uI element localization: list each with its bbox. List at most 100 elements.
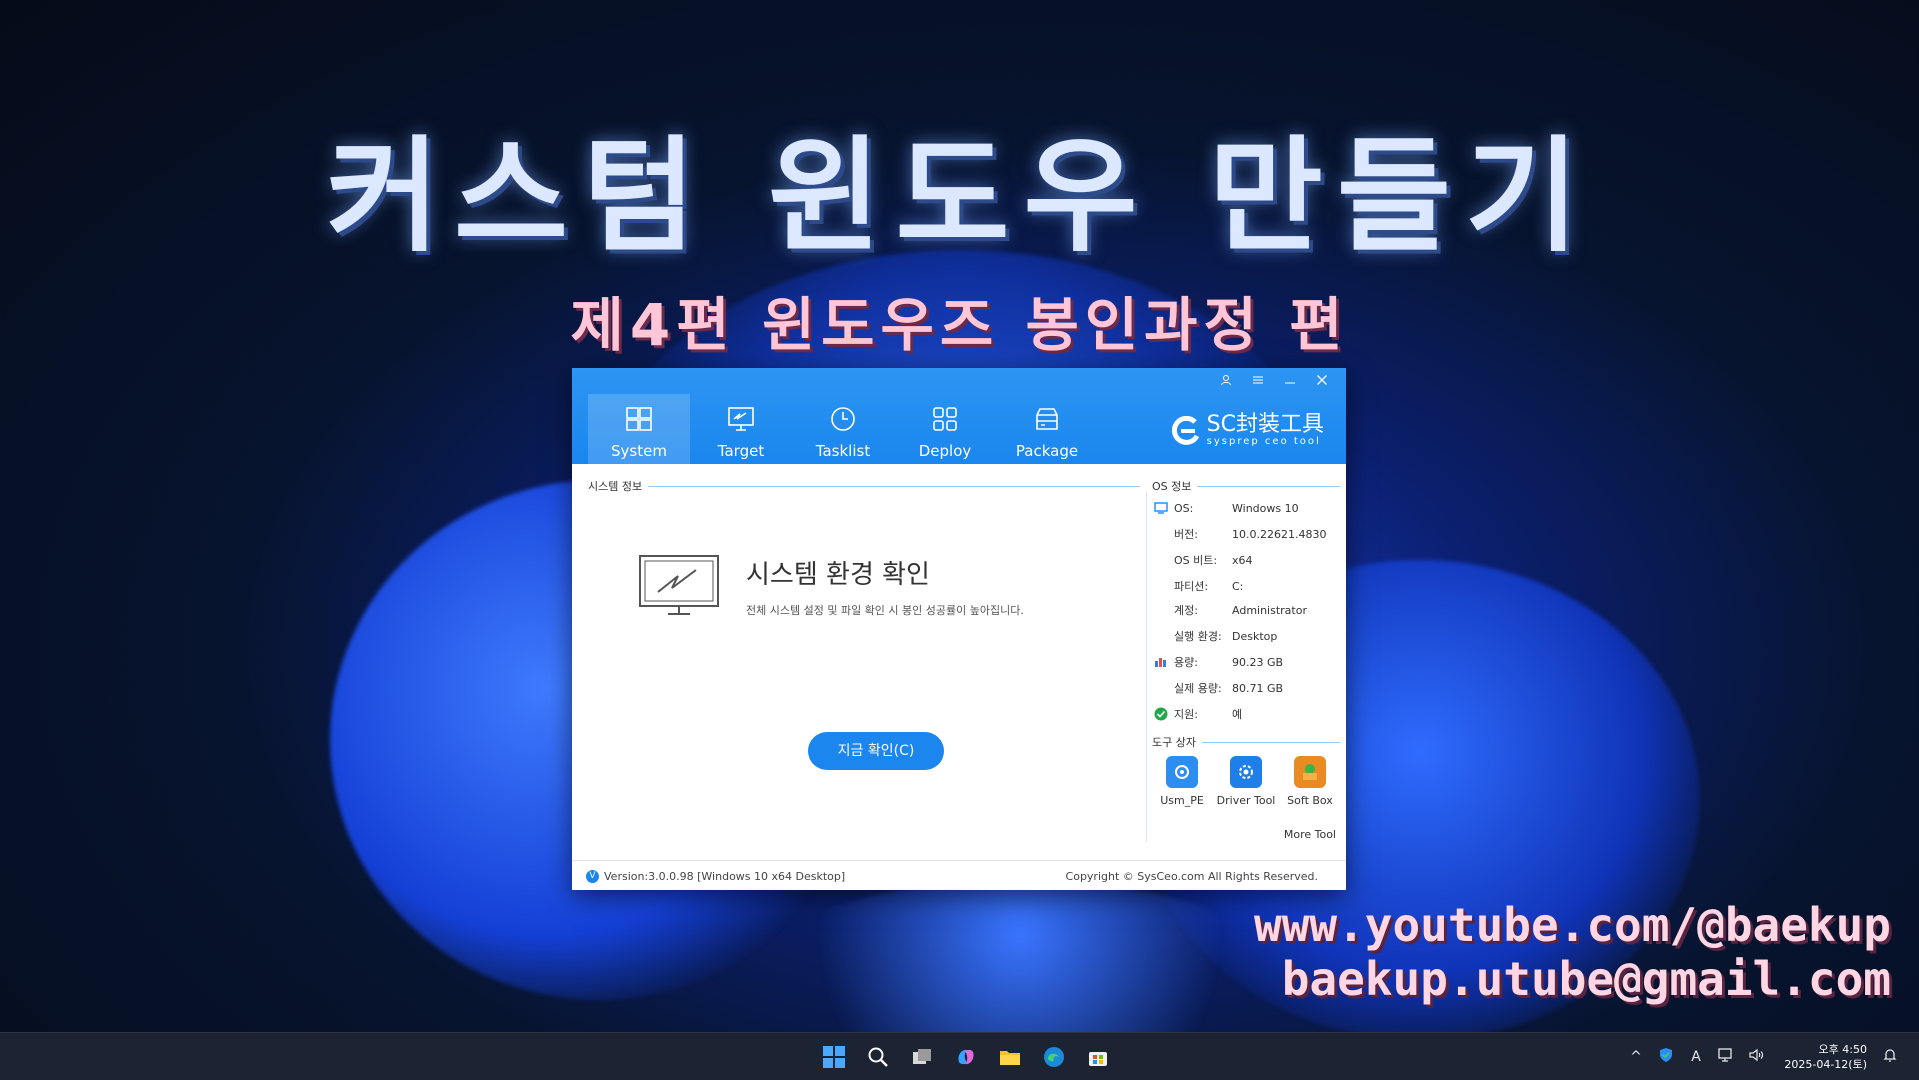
close-icon[interactable]: [1306, 372, 1338, 394]
system-tray: ^ A 오후 4:50 2025-04-12(토): [1621, 1033, 1905, 1080]
status-bar: V Version:3.0.0.98 [Windows 10 x64 Deskt…: [572, 860, 1346, 891]
os-info-row: 버전: 10.0.22621.4830: [1152, 524, 1326, 544]
ime-indicator[interactable]: A: [1681, 1049, 1711, 1065]
tool-label: Soft Box: [1287, 794, 1333, 807]
tool-list: Usm_PE Driver Tool Soft Box: [1150, 756, 1342, 807]
main-description: 전체 시스템 설정 및 파일 확인 시 봉인 성공률이 높아집니다.: [746, 604, 1024, 617]
window-controls: [1210, 372, 1338, 394]
os-info-key: 실행 환경:: [1174, 630, 1222, 643]
more-tool-link[interactable]: More Tool: [1284, 828, 1336, 841]
os-info-value: Administrator: [1232, 603, 1307, 617]
copilot-icon: [958, 1049, 974, 1065]
user-icon[interactable]: [1210, 372, 1242, 394]
brand-logo: SC封装工具 sysprep ceo tool: [1171, 414, 1324, 448]
tab-label: Target: [717, 442, 765, 460]
monitor-chart-icon: [638, 554, 720, 624]
contact-email: baekup.utube@gmail.com: [1281, 952, 1891, 1006]
tab-system[interactable]: System: [588, 394, 690, 464]
os-info-key: 계정:: [1174, 604, 1198, 617]
brand-icon: [1171, 416, 1199, 445]
tab-target[interactable]: Target: [690, 394, 792, 464]
overlay-title: 커스텀 윈도우 만들기: [325, 125, 1594, 269]
os-info-value: x64: [1232, 553, 1253, 567]
os-info-value: C:: [1232, 579, 1244, 593]
tool-label: Usm_PE: [1160, 794, 1204, 807]
os-info-row: 실제 용량: 80.71 GB: [1152, 678, 1283, 698]
os-info-row: 실행 환경: Desktop: [1152, 626, 1277, 646]
tab-deploy[interactable]: Deploy: [894, 394, 996, 464]
os-info-value: Windows 10: [1232, 501, 1299, 515]
tool-soft-box[interactable]: Soft Box: [1278, 756, 1342, 807]
tab-label: Package: [1015, 442, 1079, 460]
minimize-icon[interactable]: [1274, 372, 1306, 394]
brand-subtitle: sysprep ceo tool: [1206, 436, 1321, 447]
task-view-button[interactable]: [900, 1039, 944, 1075]
security-shield-icon[interactable]: [1651, 1047, 1681, 1067]
edge-button[interactable]: [1032, 1039, 1076, 1075]
menu-icon[interactable]: [1242, 372, 1274, 394]
grid-icon: [930, 404, 960, 436]
system-section-label: 시스템 정보: [588, 478, 649, 494]
clock-date: 2025-04-12(토): [1784, 1057, 1867, 1071]
window-header: System Target Tasklist Deploy Package SC…: [572, 368, 1346, 464]
tools-section-label: 도구 상자: [1152, 734, 1202, 750]
os-info-key: 실제 용량:: [1174, 682, 1222, 695]
check-now-button[interactable]: 지금 확인(C): [808, 732, 944, 770]
tool-usm-pe[interactable]: Usm_PE: [1150, 756, 1214, 807]
os-info-key: 지원:: [1174, 708, 1198, 721]
bar-chart-icon: [1152, 654, 1170, 670]
store-button[interactable]: [1076, 1039, 1120, 1075]
version-info: V Version:3.0.0.98 [Windows 10 x64 Deskt…: [586, 870, 845, 883]
network-icon[interactable]: [1711, 1047, 1741, 1067]
checkmark-icon: [1152, 706, 1170, 722]
tab-label: Tasklist: [815, 442, 871, 460]
overlay-subtitle: 제4편 윈도우즈 봉인과정 편: [570, 291, 1349, 359]
os-info-value: Desktop: [1232, 629, 1278, 643]
windows-logo-icon: [823, 1046, 845, 1068]
box-icon: [1032, 404, 1062, 436]
tool-label: Driver Tool: [1216, 794, 1276, 807]
tool-driver[interactable]: Driver Tool: [1214, 756, 1278, 807]
panel-divider: [1146, 492, 1147, 842]
main-title: 시스템 환경 확인: [746, 560, 930, 590]
sc-sysprep-window: System Target Tasklist Deploy Package SC…: [572, 368, 1346, 890]
version-icon: V: [586, 870, 599, 883]
os-info-key: 용량:: [1174, 656, 1198, 669]
os-info-row: 파티션: C:: [1152, 576, 1243, 596]
driver-gear-icon: [1230, 756, 1262, 788]
os-info-row: 계정: Administrator: [1152, 600, 1307, 620]
tab-tasklist[interactable]: Tasklist: [792, 394, 894, 464]
os-info-value: 10.0.22621.4830: [1232, 527, 1327, 541]
version-text: Version:3.0.0.98 [Windows 10 x64 Desktop…: [604, 870, 846, 883]
file-explorer-button[interactable]: [988, 1039, 1032, 1075]
brand-name: SC封装工具: [1206, 412, 1324, 437]
os-info-row: 지원: 예: [1152, 704, 1242, 724]
copyright-text: Copyright © SysCeo.com All Rights Reserv…: [1065, 870, 1318, 883]
os-info-value: 80.71 GB: [1232, 681, 1284, 695]
taskbar-clock[interactable]: 오후 4:50 2025-04-12(토): [1771, 1042, 1867, 1072]
monitor-icon: [726, 404, 756, 436]
os-info-key: OS:: [1174, 501, 1194, 515]
os-info-row: 용량: 90.23 GB: [1152, 652, 1283, 672]
windows-icon: [624, 404, 654, 436]
folder-icon: [1000, 1051, 1020, 1065]
copilot-button[interactable]: [944, 1039, 988, 1075]
os-info-value: 예: [1232, 708, 1243, 721]
search-button[interactable]: [856, 1039, 900, 1075]
tab-package[interactable]: Package: [996, 394, 1098, 464]
os-info-row: OS 비트: x64: [1152, 550, 1253, 570]
taskbar-apps: [812, 1039, 1120, 1075]
tab-label: Deploy: [918, 442, 972, 460]
os-info-row: OS: Windows 10: [1152, 498, 1299, 518]
youtube-url: www.youtube.com/@baekup: [1254, 898, 1891, 952]
volume-icon[interactable]: [1741, 1047, 1771, 1067]
os-info-value: 90.23 GB: [1232, 655, 1284, 669]
start-button[interactable]: [812, 1039, 856, 1075]
chevron-up-icon[interactable]: ^: [1621, 1049, 1651, 1065]
notification-bell-icon[interactable]: [1875, 1047, 1905, 1067]
